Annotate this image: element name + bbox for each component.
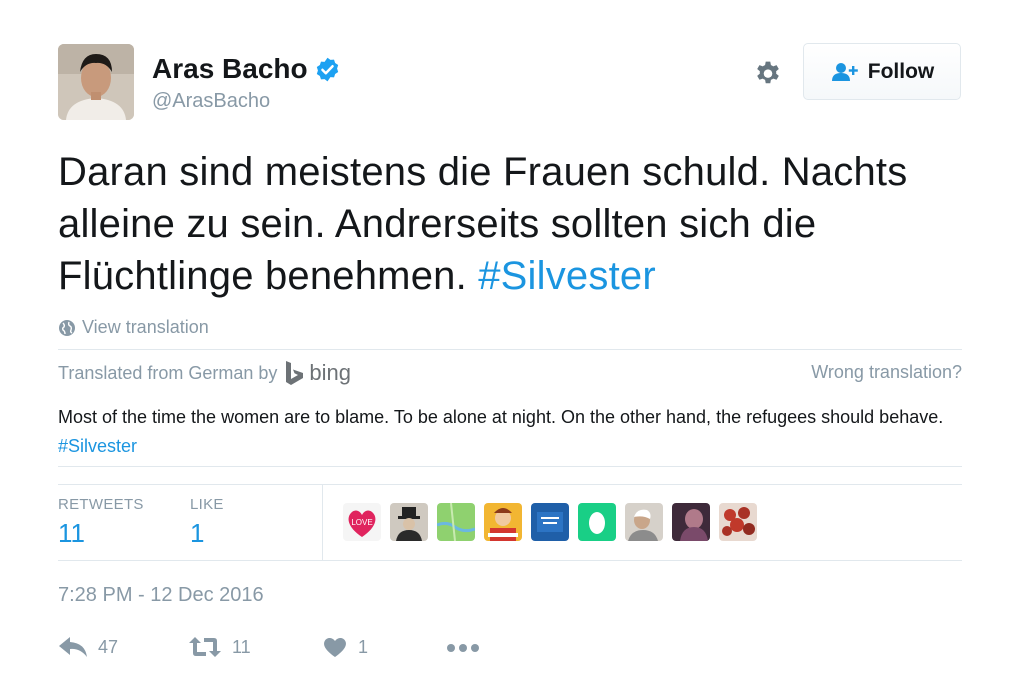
person-avatar[interactable] bbox=[625, 503, 663, 541]
ellipsis-icon bbox=[447, 644, 479, 652]
photo-avatar[interactable] bbox=[672, 503, 710, 541]
top-hat-avatar[interactable] bbox=[390, 503, 428, 541]
gear-icon[interactable] bbox=[752, 57, 784, 89]
svg-text:LOVE: LOVE bbox=[351, 518, 372, 527]
avatar[interactable] bbox=[58, 44, 134, 120]
bing-label: bing bbox=[309, 360, 352, 385]
love-heart-avatar[interactable]: LOVE bbox=[343, 503, 381, 541]
likers-avatars: LOVE bbox=[343, 503, 766, 541]
retweet-icon bbox=[189, 637, 221, 657]
retweet-count: 11 bbox=[232, 636, 251, 657]
flowers-avatar[interactable] bbox=[719, 503, 757, 541]
divider bbox=[58, 484, 962, 485]
translated-from-label: Translated from German by bbox=[58, 362, 278, 383]
blue-sign-avatar[interactable] bbox=[531, 503, 569, 541]
divider bbox=[58, 466, 962, 467]
view-translation-link[interactable]: View translation bbox=[58, 317, 209, 338]
divider bbox=[58, 349, 962, 350]
egg-avatar[interactable] bbox=[578, 503, 616, 541]
follow-label: Follow bbox=[867, 59, 935, 83]
translation-attribution: Translated from German by bing bbox=[58, 360, 351, 386]
stats-divider bbox=[322, 484, 323, 560]
divider bbox=[58, 560, 962, 561]
likes-label: LIKE bbox=[190, 496, 224, 513]
like-button[interactable]: 1 bbox=[322, 636, 368, 658]
cartoon-avatar[interactable] bbox=[484, 503, 522, 541]
retweets-count[interactable]: 11 bbox=[58, 518, 85, 549]
user-handle[interactable]: @ArasBacho bbox=[152, 90, 270, 113]
more-options-button[interactable] bbox=[446, 638, 480, 658]
translation-body: Most of the time the women are to blame.… bbox=[58, 407, 944, 427]
avatar-image bbox=[58, 44, 134, 120]
verified-badge-icon bbox=[316, 57, 338, 81]
heart-icon bbox=[324, 638, 346, 657]
likes-count[interactable]: 1 bbox=[190, 518, 204, 549]
name-row: Aras Bacho bbox=[152, 53, 341, 85]
like-count: 1 bbox=[358, 636, 369, 657]
bing-logo[interactable]: bing bbox=[285, 360, 351, 386]
globe-icon bbox=[59, 319, 75, 336]
retweets-label: RETWEETS bbox=[58, 496, 144, 513]
retweet-button[interactable]: 11 bbox=[188, 636, 251, 658]
translation-text: Most of the time the women are to blame.… bbox=[58, 403, 958, 461]
user-name[interactable]: Aras Bacho bbox=[152, 53, 308, 85]
tweet-timestamp[interactable]: 7:28 PM - 12 Dec 2016 bbox=[58, 584, 264, 607]
reply-icon bbox=[59, 637, 87, 657]
view-translation-label: View translation bbox=[82, 317, 209, 337]
reply-button[interactable]: 47 bbox=[58, 636, 118, 658]
wrong-translation-link[interactable]: Wrong translation? bbox=[811, 362, 962, 383]
tweet-text: Daran sind meistens die Frauen schuld. N… bbox=[58, 146, 988, 302]
tweet-hashtag-link[interactable]: #Silvester bbox=[478, 254, 656, 298]
follow-button[interactable]: Follow bbox=[803, 43, 961, 100]
bing-icon bbox=[286, 361, 304, 385]
translation-hashtag-link[interactable]: #Silvester bbox=[58, 436, 137, 456]
add-user-icon bbox=[831, 62, 858, 81]
reply-count: 47 bbox=[98, 636, 119, 657]
map-avatar[interactable] bbox=[437, 503, 475, 541]
